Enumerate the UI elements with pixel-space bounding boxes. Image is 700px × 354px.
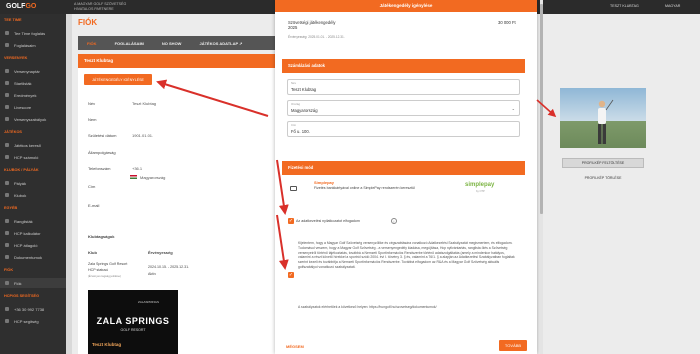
arrow-to-privacy-checkbox [276,159,289,215]
arrow-to-photo [536,99,557,118]
annotation-arrows [156,79,557,270]
arrow-to-request-button [156,79,269,117]
arrow-to-data-checkbox [276,214,289,270]
